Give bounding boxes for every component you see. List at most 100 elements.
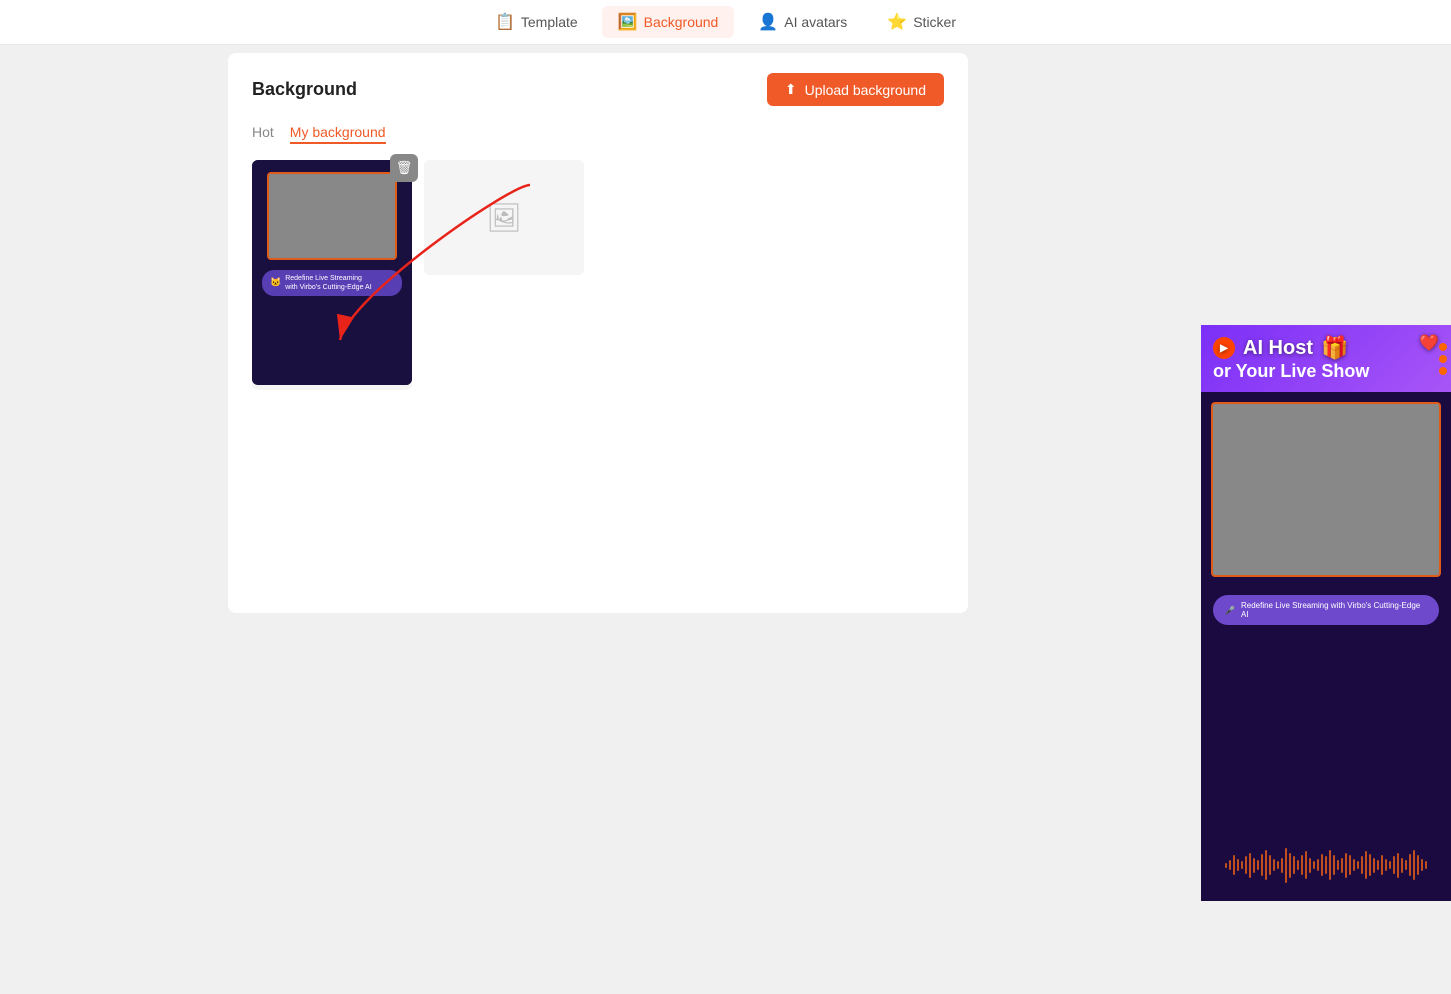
gift-icon: 🎁	[1321, 335, 1348, 361]
waveform-bar	[1389, 861, 1391, 869]
waveform-bar	[1273, 859, 1275, 872]
waveform-bar	[1269, 855, 1271, 875]
template-icon: 📋	[495, 12, 515, 32]
mic-icon: 🎤	[1225, 606, 1235, 615]
nav-item-background[interactable]: 🖼️ Background	[602, 6, 735, 38]
background-panel: Background ⬆ Upload background Hot My ba…	[228, 53, 968, 613]
tab-hot[interactable]: Hot	[252, 122, 274, 144]
preview-video-area	[1211, 402, 1441, 577]
tab-my-background[interactable]: My background	[290, 122, 386, 144]
upload-placeholder-card[interactable]: 🖼	[424, 160, 584, 275]
nav-label-sticker: Sticker	[913, 14, 956, 30]
waveform-bar	[1313, 861, 1315, 869]
waveform-bar	[1353, 859, 1355, 872]
preview-bottom: 🎤 Redefine Live Streaming with Virbo's C…	[1201, 587, 1451, 643]
waveform-bar	[1345, 853, 1347, 878]
nav-label-template: Template	[521, 14, 578, 30]
preview-top-bar: ▶ AI Host 🎁 ❤️ or Your Live Show	[1201, 325, 1451, 392]
waveform-bar	[1321, 854, 1323, 877]
waveform-bar	[1225, 863, 1227, 868]
heart-icon: ❤️	[1419, 333, 1439, 353]
card-video-area	[267, 172, 397, 260]
dot-3	[1439, 367, 1447, 375]
waveform-bar	[1237, 859, 1239, 872]
waveform-bar	[1249, 853, 1251, 878]
waveform-bar	[1369, 854, 1371, 877]
background-grid: 🗑 Redefine Live Streamingwith Virbo's Cu…	[252, 160, 944, 390]
waveform-area	[1201, 845, 1451, 885]
waveform-bar	[1317, 859, 1319, 872]
waveform-bar	[1357, 861, 1359, 869]
top-navigation: 📋 Template 🖼️ Background 👤 AI avatars ⭐ …	[0, 0, 1451, 45]
ai-host-header: ▶ AI Host 🎁 ❤️	[1213, 335, 1439, 361]
ai-host-subtext: or Your Live Show	[1213, 361, 1439, 382]
nav-item-template[interactable]: 📋 Template	[479, 6, 594, 38]
waveform-bar	[1341, 858, 1343, 873]
dot-1	[1439, 343, 1447, 351]
waveform-bar	[1309, 858, 1311, 873]
waveform-bar	[1329, 850, 1331, 880]
waveform-bar	[1297, 860, 1299, 870]
waveform-bar	[1425, 861, 1427, 869]
upload-background-button[interactable]: ⬆ Upload background	[767, 73, 944, 106]
waveform-bar	[1265, 850, 1267, 880]
waveform-bar	[1349, 855, 1351, 875]
waveform-bar	[1337, 860, 1339, 870]
waveform-bar	[1245, 856, 1247, 874]
upload-icon: ⬆	[785, 81, 797, 98]
waveform-bar	[1281, 858, 1283, 873]
waveform	[1209, 845, 1443, 885]
delete-button[interactable]: 🗑	[390, 154, 418, 182]
waveform-bar	[1413, 850, 1415, 880]
waveform-bar	[1301, 855, 1303, 875]
waveform-bar	[1233, 855, 1235, 875]
card-caption: Redefine Live Streamingwith Virbo's Cutt…	[262, 270, 402, 296]
preview-panel: ▶ AI Host 🎁 ❤️ or Your Live Show 🎤 Redef…	[1201, 325, 1451, 901]
background-thumbnail[interactable]: Redefine Live Streamingwith Virbo's Cutt…	[252, 160, 412, 385]
ai-avatars-icon: 👤	[758, 12, 778, 32]
waveform-bar	[1257, 860, 1259, 870]
waveform-bar	[1305, 851, 1307, 879]
waveform-bar	[1401, 858, 1403, 873]
waveform-bar	[1293, 856, 1295, 874]
image-placeholder-icon: 🖼	[486, 201, 522, 234]
nav-label-ai-avatars: AI avatars	[784, 14, 847, 30]
waveform-bar	[1409, 854, 1411, 877]
waveform-bar	[1241, 861, 1243, 869]
dot-2	[1439, 355, 1447, 363]
card-preview: Redefine Live Streamingwith Virbo's Cutt…	[252, 160, 412, 385]
waveform-bar	[1381, 855, 1383, 875]
nav-item-sticker[interactable]: ⭐ Sticker	[871, 6, 972, 38]
panel-header: Background ⬆ Upload background	[252, 73, 944, 106]
nav-item-ai-avatars[interactable]: 👤 AI avatars	[742, 6, 863, 38]
waveform-bar	[1421, 859, 1423, 872]
nav-label-background: Background	[644, 14, 719, 30]
waveform-bar	[1285, 848, 1287, 883]
waveform-bar	[1373, 858, 1375, 873]
waveform-bar	[1397, 853, 1399, 878]
dots-decoration	[1439, 343, 1447, 375]
trash-icon: 🗑	[396, 160, 413, 176]
waveform-bar	[1361, 856, 1363, 874]
waveform-bar	[1253, 858, 1255, 873]
waveform-bar	[1385, 859, 1387, 872]
background-icon: 🖼️	[618, 12, 638, 32]
waveform-bar	[1289, 853, 1291, 878]
play-icon: ▶	[1213, 337, 1235, 359]
waveform-bar	[1417, 855, 1419, 875]
ai-host-text: AI Host	[1243, 337, 1313, 360]
waveform-bar	[1325, 856, 1327, 874]
tab-bar: Hot My background	[252, 122, 944, 144]
waveform-bar	[1405, 860, 1407, 870]
waveform-bar	[1277, 861, 1279, 869]
waveform-bar	[1377, 860, 1379, 870]
waveform-bar	[1261, 854, 1263, 877]
sticker-icon: ⭐	[887, 12, 907, 32]
main-content: Background ⬆ Upload background Hot My ba…	[0, 45, 1451, 994]
waveform-bar	[1365, 851, 1367, 879]
redefine-bubble: 🎤 Redefine Live Streaming with Virbo's C…	[1213, 595, 1439, 625]
waveform-bar	[1393, 856, 1395, 874]
redefine-text: Redefine Live Streaming with Virbo's Cut…	[1241, 601, 1427, 619]
background-card-1: 🗑 Redefine Live Streamingwith Virbo's Cu…	[252, 160, 412, 390]
waveform-bar	[1333, 855, 1335, 875]
